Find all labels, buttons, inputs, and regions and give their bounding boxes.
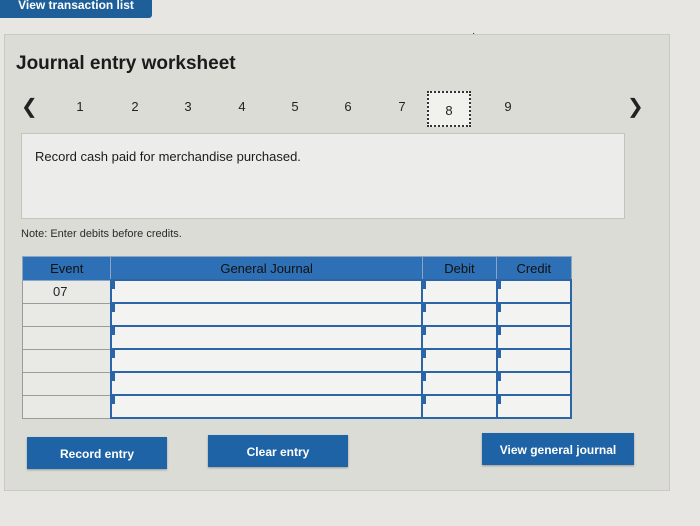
debit-input[interactable] (421, 325, 498, 350)
table-row (21, 348, 573, 373)
general-journal-input[interactable] (109, 302, 424, 327)
debit-input[interactable] (421, 371, 498, 396)
credit-input[interactable] (495, 394, 573, 419)
chevron-left-icon[interactable]: ❮ (21, 95, 38, 119)
page-2[interactable]: 2 (125, 99, 145, 114)
page-title: Journal entry worksheet (16, 53, 236, 74)
table-row: 07 (21, 279, 573, 304)
event-cell: 07 (21, 279, 112, 304)
view-transaction-list-label: View transaction list (18, 0, 134, 12)
event-cell (21, 394, 112, 419)
credit-input[interactable] (495, 302, 573, 327)
page-5[interactable]: 5 (285, 99, 305, 114)
event-cell (21, 302, 112, 327)
page-6[interactable]: 6 (338, 99, 358, 114)
debit-input[interactable] (421, 348, 498, 373)
general-journal-input[interactable] (109, 279, 424, 304)
credit-input[interactable] (495, 371, 573, 396)
debit-input[interactable] (421, 394, 498, 419)
view-transaction-list-tab[interactable]: View transaction list (0, 0, 152, 18)
event-cell (21, 348, 112, 373)
debit-credit-note: Note: Enter debits before credits. (21, 228, 182, 240)
debit-input[interactable] (421, 279, 498, 304)
header-debit: Debit (421, 256, 498, 281)
header-event: Event (21, 256, 112, 281)
general-journal-input[interactable] (109, 394, 424, 419)
record-entry-button[interactable]: Record entry (27, 437, 167, 469)
table-row (21, 394, 573, 419)
page-1[interactable]: 1 (70, 99, 90, 114)
worksheet-pager: ❮ 1 2 3 4 5 6 7 8 9 ❯ (15, 91, 655, 133)
view-general-journal-button[interactable]: View general journal (482, 433, 634, 465)
general-journal-input[interactable] (109, 325, 424, 350)
clear-entry-button[interactable]: Clear entry (208, 435, 348, 467)
page-3[interactable]: 3 (178, 99, 198, 114)
chevron-right-icon[interactable]: ❯ (627, 95, 644, 119)
table-row (21, 371, 573, 396)
journal-table: Event General Journal Debit Credit 07 (21, 256, 573, 419)
event-cell (21, 325, 112, 350)
instruction-box: Record cash paid for merchandise purchas… (21, 133, 625, 219)
page-9[interactable]: 9 (498, 99, 518, 114)
instruction-text: Record cash paid for merchandise purchas… (35, 149, 301, 164)
table-row (21, 325, 573, 350)
credit-input[interactable] (495, 325, 573, 350)
header-credit: Credit (496, 256, 572, 281)
general-journal-input[interactable] (109, 348, 424, 373)
credit-input[interactable] (495, 279, 573, 304)
debit-input[interactable] (421, 302, 498, 327)
journal-entry-worksheet-panel: Journal entry worksheet ❮ 1 2 3 4 5 6 7 … (4, 34, 670, 491)
page-7[interactable]: 7 (392, 99, 412, 114)
event-cell (21, 371, 112, 396)
header-general-journal: General Journal (110, 256, 423, 281)
page-4[interactable]: 4 (232, 99, 252, 114)
table-row (21, 302, 573, 327)
page-8-active[interactable]: 8 (427, 91, 471, 127)
credit-input[interactable] (495, 348, 573, 373)
general-journal-input[interactable] (109, 371, 424, 396)
